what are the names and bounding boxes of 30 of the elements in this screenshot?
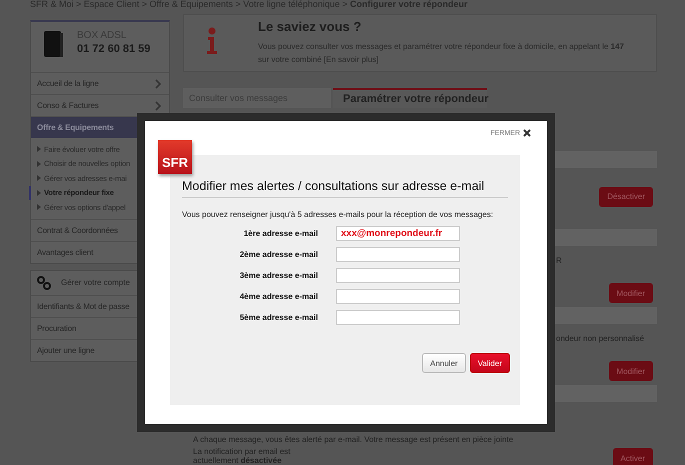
email-field[interactable]	[336, 268, 460, 283]
field-label: 1ère adresse e-mail	[242, 229, 318, 238]
info-title: Le saviez vous ?	[258, 19, 362, 34]
action-button[interactable]: Modifier	[608, 361, 653, 381]
field-label: 3ème adresse e-mail	[238, 271, 318, 280]
gears-icon	[37, 276, 51, 290]
info-icon	[206, 27, 218, 55]
dialog-intro: Vous pouvez renseigner jusqu'à 5 adresses e-mails pour la réception de vos messages:	[182, 210, 494, 219]
phone-number: 01 72 60 81 59	[77, 43, 150, 55]
action-button[interactable]: Activer	[612, 448, 653, 465]
email-field[interactable]	[336, 247, 460, 262]
action-button[interactable]: Désactiver	[599, 186, 653, 206]
field-label: 5ème adresse e-mail	[238, 313, 318, 322]
email-field[interactable]	[336, 310, 460, 325]
bullet-icon	[37, 160, 41, 167]
box-device-icon	[43, 30, 63, 58]
sfr-logo: SFR	[158, 140, 192, 174]
dialog-title: Modifier mes alertes / consultations sur adresse e-mail	[182, 179, 508, 198]
email-field[interactable]	[336, 289, 460, 304]
bullet-icon	[37, 204, 41, 210]
bullet-icon	[37, 190, 41, 196]
action-button[interactable]: Modifier	[608, 283, 653, 303]
cancel-button[interactable]: Annuler	[422, 353, 466, 373]
bullet-icon	[37, 175, 41, 182]
bullet-icon	[37, 146, 41, 152]
field-label: 2ème adresse e-mail	[238, 250, 318, 259]
close-icon	[523, 129, 531, 137]
submit-button[interactable]: Valider	[470, 353, 510, 373]
field-label: 4ème adresse e-mail	[238, 292, 318, 301]
email-field[interactable]: xxx@monrepondeur.fr	[336, 226, 460, 241]
